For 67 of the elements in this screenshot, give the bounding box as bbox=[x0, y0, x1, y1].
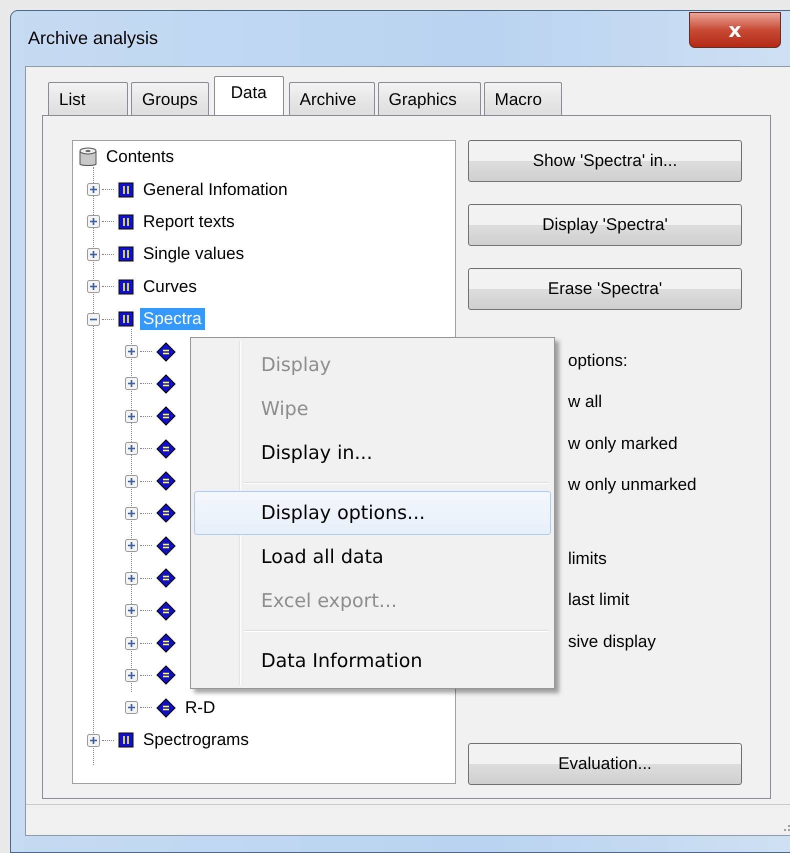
tree-item[interactable]: Contents bbox=[103, 146, 178, 168]
expand-icon[interactable] bbox=[125, 410, 138, 423]
tree-item[interactable]: R-D bbox=[182, 696, 218, 719]
menu-item[interactable]: Display options... bbox=[194, 491, 551, 535]
expand-icon[interactable] bbox=[125, 636, 138, 650]
expand-icon[interactable] bbox=[125, 604, 138, 618]
diamond-icon bbox=[156, 503, 176, 524]
tree-item[interactable]: Single values bbox=[140, 243, 248, 266]
folder-icon bbox=[118, 214, 134, 230]
diamond-icon bbox=[156, 342, 176, 362]
expand-icon[interactable] bbox=[87, 183, 100, 196]
tab[interactable]: Macro bbox=[484, 82, 562, 116]
option-label: sive display bbox=[567, 630, 657, 653]
folder-icon bbox=[118, 311, 134, 328]
diamond-icon bbox=[156, 600, 176, 621]
expand-icon[interactable] bbox=[125, 668, 138, 682]
folder-icon bbox=[118, 246, 134, 262]
expand-icon[interactable] bbox=[87, 280, 100, 294]
option-label: w all bbox=[567, 391, 604, 414]
folder-icon bbox=[118, 278, 134, 295]
folder-icon bbox=[118, 182, 134, 198]
expand-icon[interactable] bbox=[125, 539, 138, 552]
tree-item[interactable]: Report texts bbox=[140, 210, 238, 233]
expand-icon[interactable] bbox=[125, 377, 138, 390]
action-button[interactable]: Show 'Spectra' in... bbox=[468, 140, 742, 182]
diamond-icon bbox=[156, 698, 176, 718]
menu-item[interactable]: Data Information bbox=[194, 639, 551, 683]
diamond-icon bbox=[156, 374, 176, 394]
window-title: Archive analysis bbox=[27, 27, 160, 50]
option-label: w only unmarked bbox=[567, 474, 698, 496]
tab[interactable]: Groups bbox=[131, 82, 209, 116]
expand-icon[interactable] bbox=[87, 734, 100, 747]
option-label: limits bbox=[567, 548, 608, 570]
action-button[interactable]: Erase 'Spectra' bbox=[468, 268, 742, 310]
expand-icon[interactable] bbox=[125, 701, 138, 714]
expand-icon[interactable] bbox=[125, 572, 138, 585]
database-icon bbox=[79, 146, 97, 168]
option-label: w only marked bbox=[567, 432, 679, 455]
tree-item[interactable]: Spectrograms bbox=[140, 729, 252, 752]
diamond-icon bbox=[156, 633, 176, 654]
tree-item[interactable]: General Infomation bbox=[140, 178, 291, 201]
expand-icon[interactable] bbox=[87, 248, 100, 261]
menu-item[interactable]: Load all data bbox=[194, 535, 551, 579]
menu-item[interactable]: Display in... bbox=[194, 431, 551, 475]
evaluation-button[interactable]: Evaluation... bbox=[468, 743, 742, 785]
diamond-icon bbox=[156, 406, 176, 426]
close-button[interactable]: x bbox=[689, 12, 781, 48]
tab[interactable]: Graphics bbox=[378, 82, 481, 116]
action-button[interactable]: Display 'Spectra' bbox=[468, 204, 742, 246]
diamond-icon bbox=[156, 536, 176, 556]
diamond-icon bbox=[156, 438, 176, 459]
option-label: last limit bbox=[567, 589, 630, 612]
diamond-icon bbox=[156, 568, 176, 588]
expand-icon[interactable] bbox=[125, 474, 138, 488]
expand-icon[interactable] bbox=[125, 506, 138, 520]
tab[interactable]: List bbox=[48, 82, 128, 116]
tab[interactable]: Archive bbox=[288, 82, 375, 116]
tree-item[interactable]: Curves bbox=[140, 276, 200, 298]
expand-icon[interactable] bbox=[125, 345, 138, 358]
diamond-icon bbox=[156, 471, 176, 492]
expand-icon[interactable] bbox=[87, 215, 100, 228]
folder-icon bbox=[118, 732, 134, 748]
collapse-icon[interactable] bbox=[87, 312, 100, 326]
diamond-icon bbox=[156, 665, 176, 686]
expand-icon[interactable] bbox=[125, 442, 138, 456]
option-label: options: bbox=[567, 350, 629, 372]
tab[interactable]: Data bbox=[214, 76, 284, 116]
